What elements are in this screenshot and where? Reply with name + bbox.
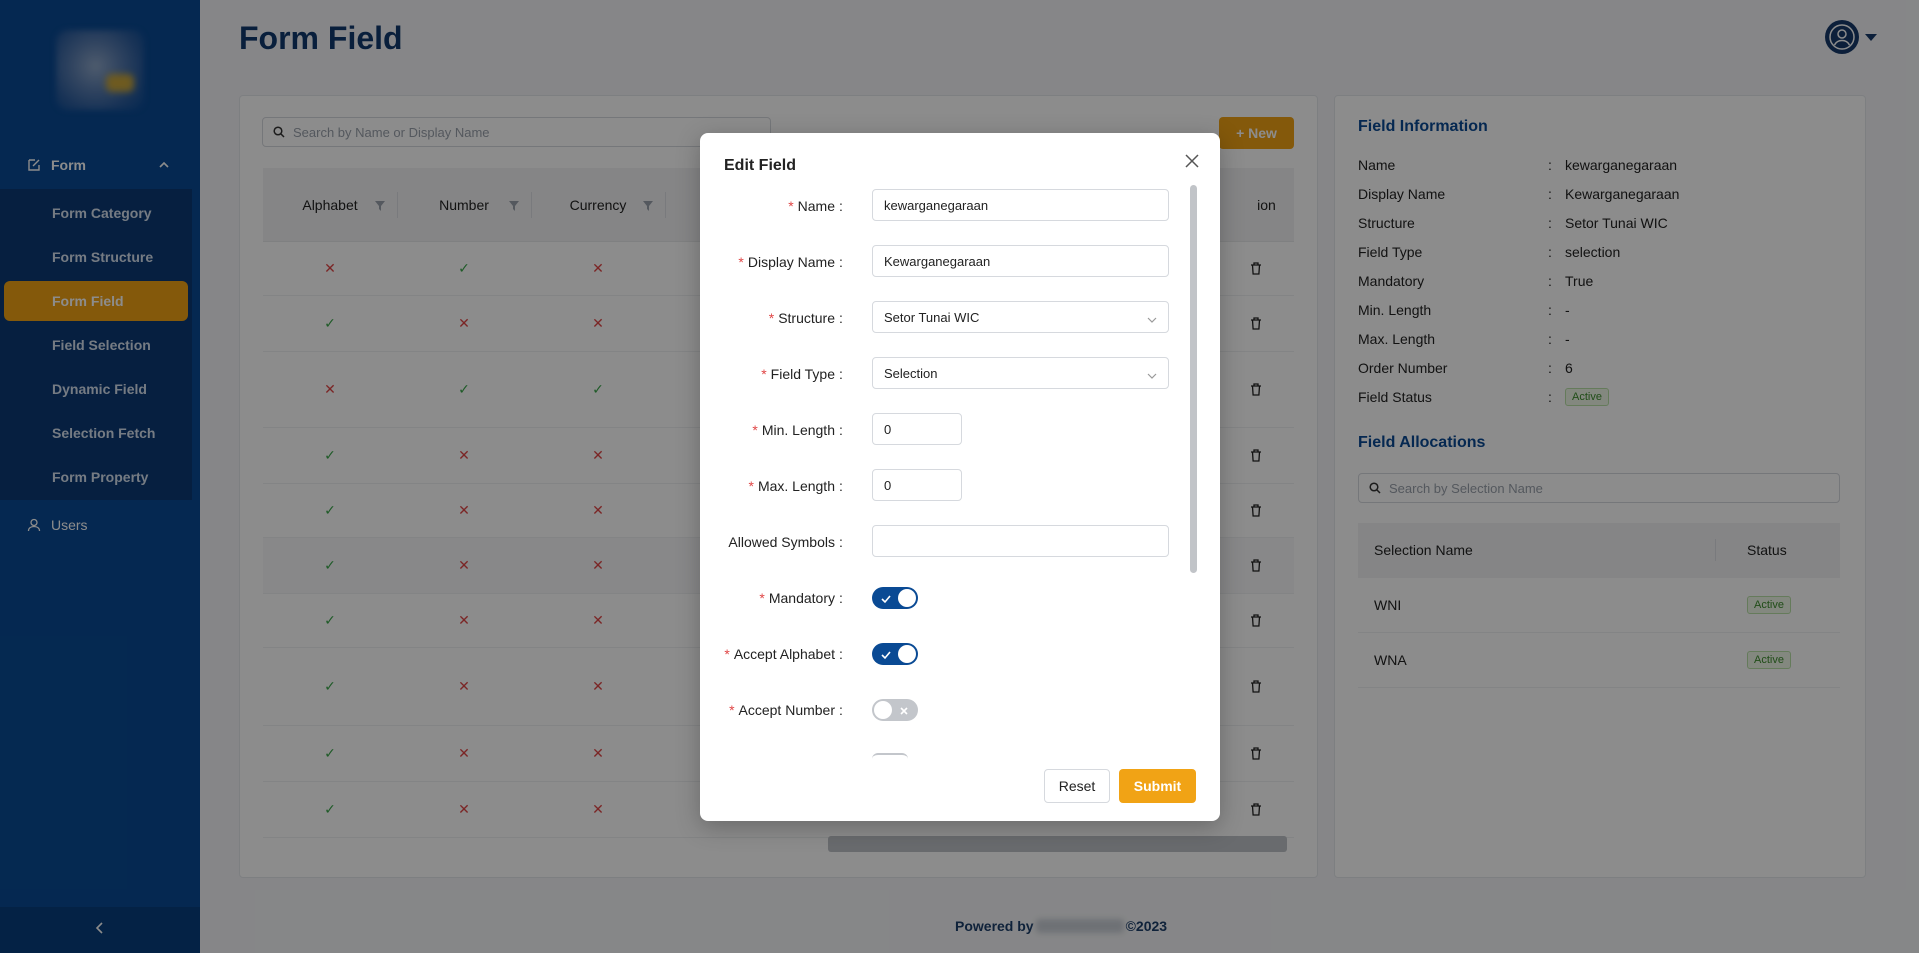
toggle-knob [874, 701, 892, 719]
field-type-select[interactable]: Selection [872, 357, 1169, 389]
chevron-down-icon [1147, 369, 1157, 379]
required-mark: * [788, 198, 794, 214]
allowed-symbols-input[interactable] [872, 525, 1169, 557]
label-accept-number: * Accept Number [729, 702, 835, 718]
required-mark: * [768, 310, 775, 326]
label-text: Accept Number [738, 702, 835, 718]
label-colon: : [839, 422, 843, 438]
edit-field-dialog: Edit Field * Name : kewarganegaraan * Disp… [700, 133, 1220, 821]
max-length-input[interactable]: 0 [872, 469, 962, 501]
form-row-min-length: * Min. Length : 0 [700, 413, 1190, 447]
label-colon: : [839, 198, 843, 214]
display-name-input[interactable]: Kewarganegaraan [872, 245, 1169, 277]
label-colon: : [839, 254, 843, 270]
required-mark: * [752, 422, 758, 438]
label-structure: * Structure [769, 310, 835, 326]
label-text: Mandatory [768, 590, 835, 606]
accept-alphabet-toggle[interactable] [872, 643, 918, 665]
required-mark: * [729, 702, 735, 718]
toggle-knob [898, 645, 916, 663]
label-mandatory: * Mandatory [759, 590, 835, 606]
edit-field-form: * Name : kewarganegaraan * Display Name : … [700, 186, 1190, 756]
label-min-length: * Min. Length [752, 422, 835, 438]
form-row-name: * Name : kewarganegaraan [700, 189, 1190, 223]
form-row-accept-number: * Accept Number : [700, 693, 1190, 727]
x-icon [898, 704, 910, 716]
label-colon: : [839, 646, 843, 662]
required-mark: * [759, 590, 765, 606]
submit-button[interactable]: Submit [1119, 769, 1196, 803]
form-row-field-type: * Field Type : Selection [700, 357, 1190, 391]
input-value: Kewarganegaraan [884, 253, 991, 269]
name-input[interactable]: kewarganegaraan [872, 189, 1169, 221]
structure-select[interactable]: Setor Tunai WIC [872, 301, 1169, 333]
label-text: Allowed Symbols [728, 534, 835, 550]
toggle-knob [898, 589, 916, 607]
check-icon [880, 648, 892, 660]
reset-button[interactable]: Reset [1044, 769, 1110, 803]
label-name: * Name [788, 198, 835, 214]
input-value: kewarganegaraan [884, 197, 989, 213]
label-colon: : [839, 590, 843, 606]
label-field-type: * Field Type [761, 366, 835, 382]
close-icon[interactable] [1184, 153, 1200, 169]
label-display-name: * Display Name [738, 254, 835, 270]
required-mark: * [738, 254, 744, 270]
min-length-input[interactable]: 0 [872, 413, 962, 445]
input-value: 0 [884, 421, 892, 437]
label-text: Min. Length [761, 422, 835, 438]
form-row-display-name: * Display Name : Kewarganegaraan [700, 245, 1190, 279]
form-row-max-length: * Max. Length : 0 [700, 469, 1190, 503]
label-text: Structure [778, 310, 835, 326]
label-accept-alphabet: * Accept Alphabet [724, 646, 835, 662]
chevron-down-icon [1147, 313, 1157, 323]
label-colon: : [839, 310, 843, 326]
check-icon [880, 592, 892, 604]
label-colon: : [839, 366, 843, 382]
select-value: Selection [884, 365, 938, 381]
label-text: Display Name [747, 254, 835, 270]
required-mark: * [748, 478, 754, 494]
next-toggle-partial [872, 753, 908, 759]
form-row-structure: * Structure : Setor Tunai WIC [700, 301, 1190, 335]
select-value: Setor Tunai WIC [884, 309, 980, 325]
mandatory-toggle[interactable] [872, 587, 918, 609]
accept-number-toggle[interactable] [872, 699, 918, 721]
input-value: 0 [884, 477, 892, 493]
label-text: Max. Length [757, 478, 835, 494]
label-colon: : [839, 534, 843, 550]
label-text: Accept Alphabet [733, 646, 835, 662]
label-text: Field Type [770, 366, 835, 382]
label-text: Name [797, 198, 835, 214]
label-allowed-symbols: Allowed Symbols [728, 534, 835, 550]
label-colon: : [839, 478, 843, 494]
label-max-length: * Max. Length [748, 478, 835, 494]
form-row-allowed-symbols: Allowed Symbols : [700, 525, 1190, 559]
label-colon: : [839, 702, 843, 718]
form-row-accept-alphabet: * Accept Alphabet : [700, 637, 1190, 671]
form-vertical-scrollbar[interactable] [1190, 185, 1197, 573]
required-mark: * [761, 366, 767, 382]
required-mark: * [724, 646, 730, 662]
form-row-mandatory: * Mandatory : [700, 581, 1190, 615]
dialog-title: Edit Field [724, 157, 796, 174]
